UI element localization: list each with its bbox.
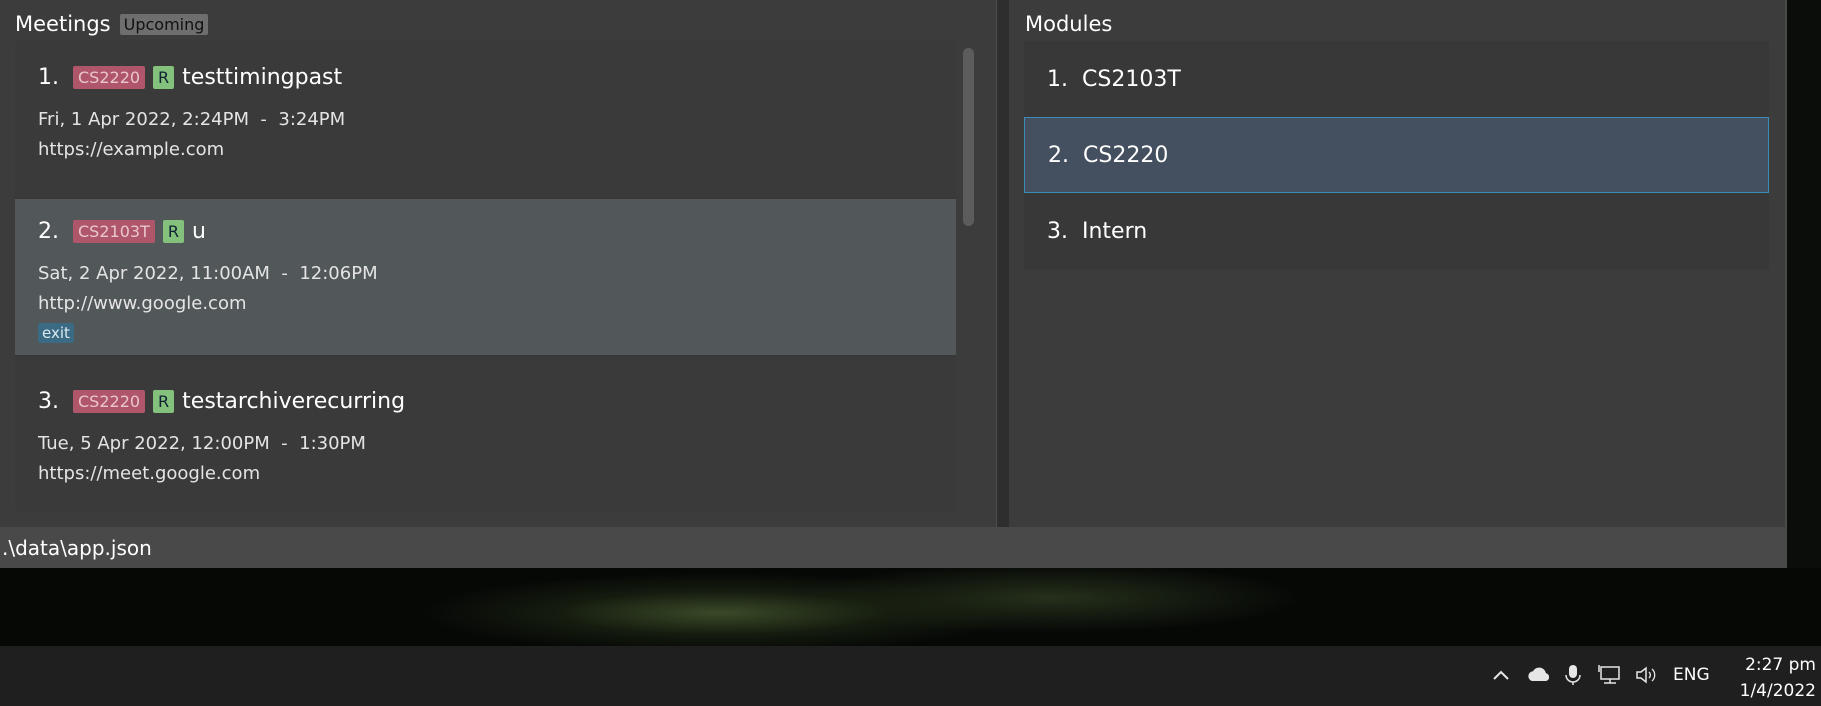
taskbar: ENG 2:27 pm 1/4/2022 [0, 646, 1821, 706]
meetings-list[interactable]: 1. CS2220 R testtimingpast Fri, 1 Apr 20… [15, 41, 956, 511]
recurring-tag: R [162, 220, 184, 243]
clock-date: 1/4/2022 [1739, 681, 1816, 701]
module-tag: CS2220 [73, 66, 146, 89]
modules-list[interactable]: 1. CS2103T 2. CS2220 3. Intern [1024, 41, 1769, 269]
network-icon[interactable] [1598, 664, 1620, 686]
modules-title: Modules [1025, 12, 1113, 36]
meeting-card[interactable]: 2. CS2103T R u Sat, 2 Apr 2022, 11:00AM … [15, 199, 956, 355]
meeting-tag: exit [38, 323, 74, 343]
chevron-up-icon[interactable] [1490, 664, 1512, 686]
meeting-time: Tue, 5 Apr 2022, 12:00PM - 1:30PM [38, 433, 366, 454]
data-file-path: .\data\app.json [2, 535, 152, 560]
upcoming-filter-badge: Upcoming [119, 13, 209, 35]
language-indicator[interactable]: ENG [1673, 665, 1710, 685]
app-window: Meetings Upcoming 1. CS2220 R testtiming… [0, 0, 1787, 568]
module-item[interactable]: 1. CS2103T [1024, 41, 1769, 117]
meeting-index: 3. [38, 389, 59, 414]
meetings-header: Meetings Upcoming [15, 12, 209, 36]
modules-header: Modules [1025, 12, 1112, 36]
meeting-url[interactable]: http://www.google.com [38, 293, 247, 314]
meeting-card[interactable]: 1. CS2220 R testtimingpast Fri, 1 Apr 20… [15, 41, 956, 197]
meeting-time: Fri, 1 Apr 2022, 2:24PM - 3:24PM [38, 109, 346, 130]
module-item-selected[interactable]: 2. CS2220 [1024, 117, 1769, 193]
meeting-index: 1. [38, 65, 59, 90]
meetings-scrollbar[interactable] [960, 41, 976, 511]
meeting-index: 2. [38, 219, 59, 244]
recurring-tag: R [153, 390, 175, 413]
module-index: 2. [1048, 142, 1069, 168]
cloud-icon[interactable] [1526, 664, 1550, 686]
clock-time: 2:27 pm [1745, 655, 1816, 675]
module-item[interactable]: 3. Intern [1024, 193, 1769, 269]
scrollbar-thumb[interactable] [963, 48, 974, 226]
speaker-icon[interactable] [1634, 664, 1656, 686]
meeting-time: Sat, 2 Apr 2022, 11:00AM - 12:06PM [38, 263, 378, 284]
modules-panel: Modules 1. CS2103T 2. CS2220 3. Intern [1009, 0, 1785, 527]
meetings-title: Meetings [15, 12, 111, 36]
module-code: CS2103T [1082, 66, 1181, 92]
taskbar-clock[interactable]: 2:27 pm 1/4/2022 [1728, 652, 1816, 704]
module-index: 1. [1047, 66, 1068, 92]
meeting-name: testtimingpast [182, 65, 343, 90]
module-index: 3. [1047, 218, 1068, 244]
meetings-panel: Meetings Upcoming 1. CS2220 R testtiming… [0, 0, 996, 527]
module-tag: CS2103T [73, 220, 155, 243]
meeting-name: testarchiverecurring [182, 389, 406, 414]
panel-split-handle[interactable] [996, 0, 1010, 527]
status-bar: .\data\app.json [0, 527, 1787, 568]
desktop-wallpaper [0, 568, 1821, 646]
meeting-name: u [191, 219, 206, 244]
meeting-card[interactable]: 3. CS2220 R testarchiverecurring Tue, 5 … [15, 357, 956, 511]
recurring-tag: R [153, 66, 175, 89]
module-tag: CS2220 [73, 390, 146, 413]
module-code: Intern [1082, 218, 1148, 244]
module-code: CS2220 [1083, 142, 1169, 168]
meeting-url[interactable]: https://example.com [38, 139, 224, 160]
microphone-icon[interactable] [1562, 664, 1584, 686]
meeting-url[interactable]: https://meet.google.com [38, 463, 260, 484]
